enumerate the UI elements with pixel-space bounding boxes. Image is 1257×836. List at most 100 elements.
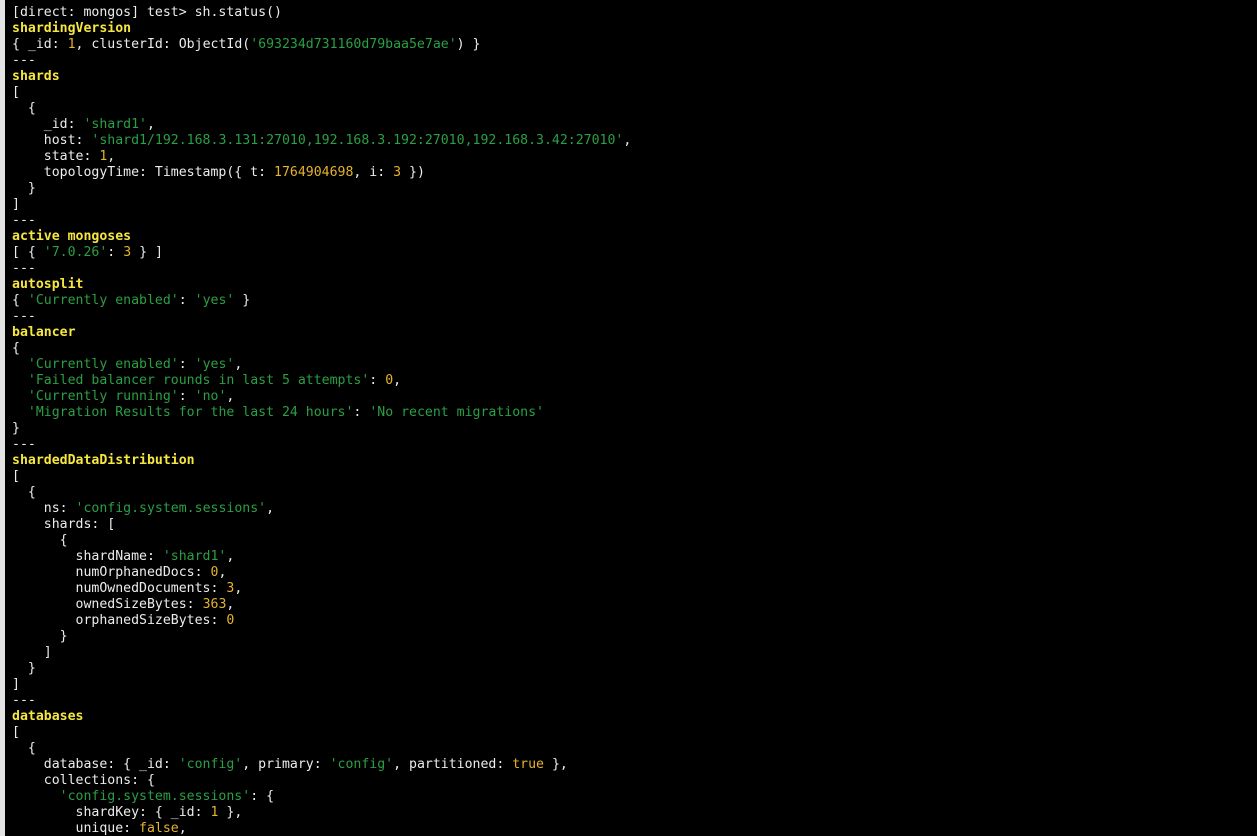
terminal-line: host: 'shard1/192.168.3.131:27010,192.16… — [12, 133, 1257, 149]
string-token: 'no' — [194, 389, 227, 404]
terminal-line: { _id: 1, clusterId: ObjectId('693234d73… — [12, 37, 1257, 53]
section-heading: balancer — [12, 325, 76, 340]
string-token: 'shard1' — [162, 549, 227, 564]
punctuation-text: : — [353, 405, 370, 420]
key-text: host: — [12, 133, 92, 148]
section-heading: active mongoses — [12, 229, 132, 244]
section-heading: autosplit — [12, 277, 84, 292]
terminal-line: database: { _id: 'config', primary: 'con… — [12, 757, 1257, 773]
punctuation-text: } — [12, 181, 36, 196]
terminal-line: 'config.system.sessions': { — [12, 789, 1257, 805]
punctuation-text: , — [147, 117, 155, 132]
punctuation-text: : — [178, 389, 195, 404]
punctuation-text: , — [226, 597, 235, 612]
key-text: orphanedSizeBytes: — [12, 613, 227, 628]
terminal-window[interactable]: [direct: mongos] test> sh.status() shardi… — [0, 0, 1257, 836]
punctuation-text: { — [12, 293, 28, 308]
punctuation-text: [ — [12, 469, 20, 484]
punctuation-text: { — [12, 533, 68, 548]
string-token: 'config' — [329, 757, 394, 772]
punctuation-text: : — [369, 373, 386, 388]
punctuation-text: ] — [12, 677, 20, 692]
punctuation-text — [12, 373, 28, 388]
string-token: 'shard1' — [83, 117, 147, 132]
punctuation-text: { — [12, 741, 36, 756]
punctuation-text: } — [12, 629, 68, 644]
terminal-line: } — [12, 421, 1257, 437]
punctuation-text: : — [178, 357, 195, 372]
terminal-line: collections: { — [12, 773, 1257, 789]
punctuation-text: } — [234, 293, 251, 308]
key-text: numOrphanedDocs: — [12, 565, 211, 580]
terminal-line: } — [12, 181, 1257, 197]
terminal-line: --- — [12, 309, 1257, 325]
string-token: 'config.system.sessions' — [59, 789, 251, 804]
punctuation-text: }, — [544, 757, 568, 772]
key-text: database: { _id: — [12, 757, 179, 772]
terminal-line: { — [12, 741, 1257, 757]
punctuation-text: --- — [12, 437, 36, 452]
punctuation-text — [12, 357, 28, 372]
terminal-line: shards — [12, 69, 1257, 85]
punctuation-text: : — [178, 293, 195, 308]
punctuation-text: ] — [12, 645, 52, 660]
terminal-line: { — [12, 485, 1257, 501]
terminal-line: balancer — [12, 325, 1257, 341]
number-token: 363 — [202, 597, 227, 612]
number-token: 3 — [123, 245, 132, 260]
terminal-line: --- — [12, 437, 1257, 453]
section-heading: databases — [12, 709, 84, 724]
number-token: 0 — [226, 613, 235, 628]
punctuation-text: , — [218, 565, 227, 580]
terminal-line: { — [12, 101, 1257, 117]
boolean-token: true — [512, 757, 544, 772]
punctuation-text: , — [107, 149, 116, 164]
punctuation-text: , — [226, 549, 235, 564]
key-text: unique: — [12, 821, 140, 836]
terminal-line: ownedSizeBytes: 363, — [12, 597, 1257, 613]
terminal-line: 'Currently running': 'no', — [12, 389, 1257, 405]
terminal-line: --- — [12, 693, 1257, 709]
punctuation-text: , — [266, 501, 275, 516]
terminal-line: shardingVersion — [12, 21, 1257, 37]
key-text: collections: { — [12, 773, 155, 788]
punctuation-text — [12, 389, 28, 404]
terminal-line: _id: 'shard1', — [12, 117, 1257, 133]
punctuation-text: { — [12, 485, 36, 500]
terminal-line: [direct: mongos] test> sh.status() — [12, 5, 1257, 21]
terminal-line: } — [12, 629, 1257, 645]
key-text: shardKey: { _id: — [12, 805, 211, 820]
punctuation-text: [ { — [12, 245, 44, 260]
key-text: state: — [12, 149, 100, 164]
number-token: 1764904698 — [274, 165, 354, 180]
punctuation-text: { — [12, 341, 20, 356]
punctuation-text: , partitioned: — [393, 757, 513, 772]
punctuation-text: , — [234, 581, 243, 596]
terminal-line: { — [12, 341, 1257, 357]
number-token: 0 — [385, 373, 394, 388]
terminal-line: databases — [12, 709, 1257, 725]
terminal-line: autosplit — [12, 277, 1257, 293]
string-token: '693234d731160d79baa5e7ae' — [250, 37, 457, 52]
terminal-line: --- — [12, 261, 1257, 277]
prompt-text: [direct: mongos] test> sh.status() — [12, 5, 282, 20]
punctuation-text — [12, 789, 60, 804]
terminal-line: orphanedSizeBytes: 0 — [12, 613, 1257, 629]
section-heading: shardingVersion — [12, 21, 132, 36]
punctuation-text: ) } — [456, 37, 481, 52]
terminal-line: [ — [12, 725, 1257, 741]
string-token: 'config' — [178, 757, 243, 772]
punctuation-text: --- — [12, 213, 36, 228]
terminal-line: ] — [12, 197, 1257, 213]
string-token: 'config.system.sessions' — [75, 501, 267, 516]
terminal-line: { 'Currently enabled': 'yes' } — [12, 293, 1257, 309]
terminal-line: state: 1, — [12, 149, 1257, 165]
boolean-token: false — [139, 821, 179, 836]
terminal-line: numOrphanedDocs: 0, — [12, 565, 1257, 581]
terminal-line: { — [12, 533, 1257, 549]
string-token: 'yes' — [194, 357, 235, 372]
terminal-line: 'Migration Results for the last 24 hours… — [12, 405, 1257, 421]
string-token: 'Currently enabled' — [27, 293, 179, 308]
punctuation-text: : — [107, 245, 124, 260]
number-token: 3 — [393, 165, 402, 180]
